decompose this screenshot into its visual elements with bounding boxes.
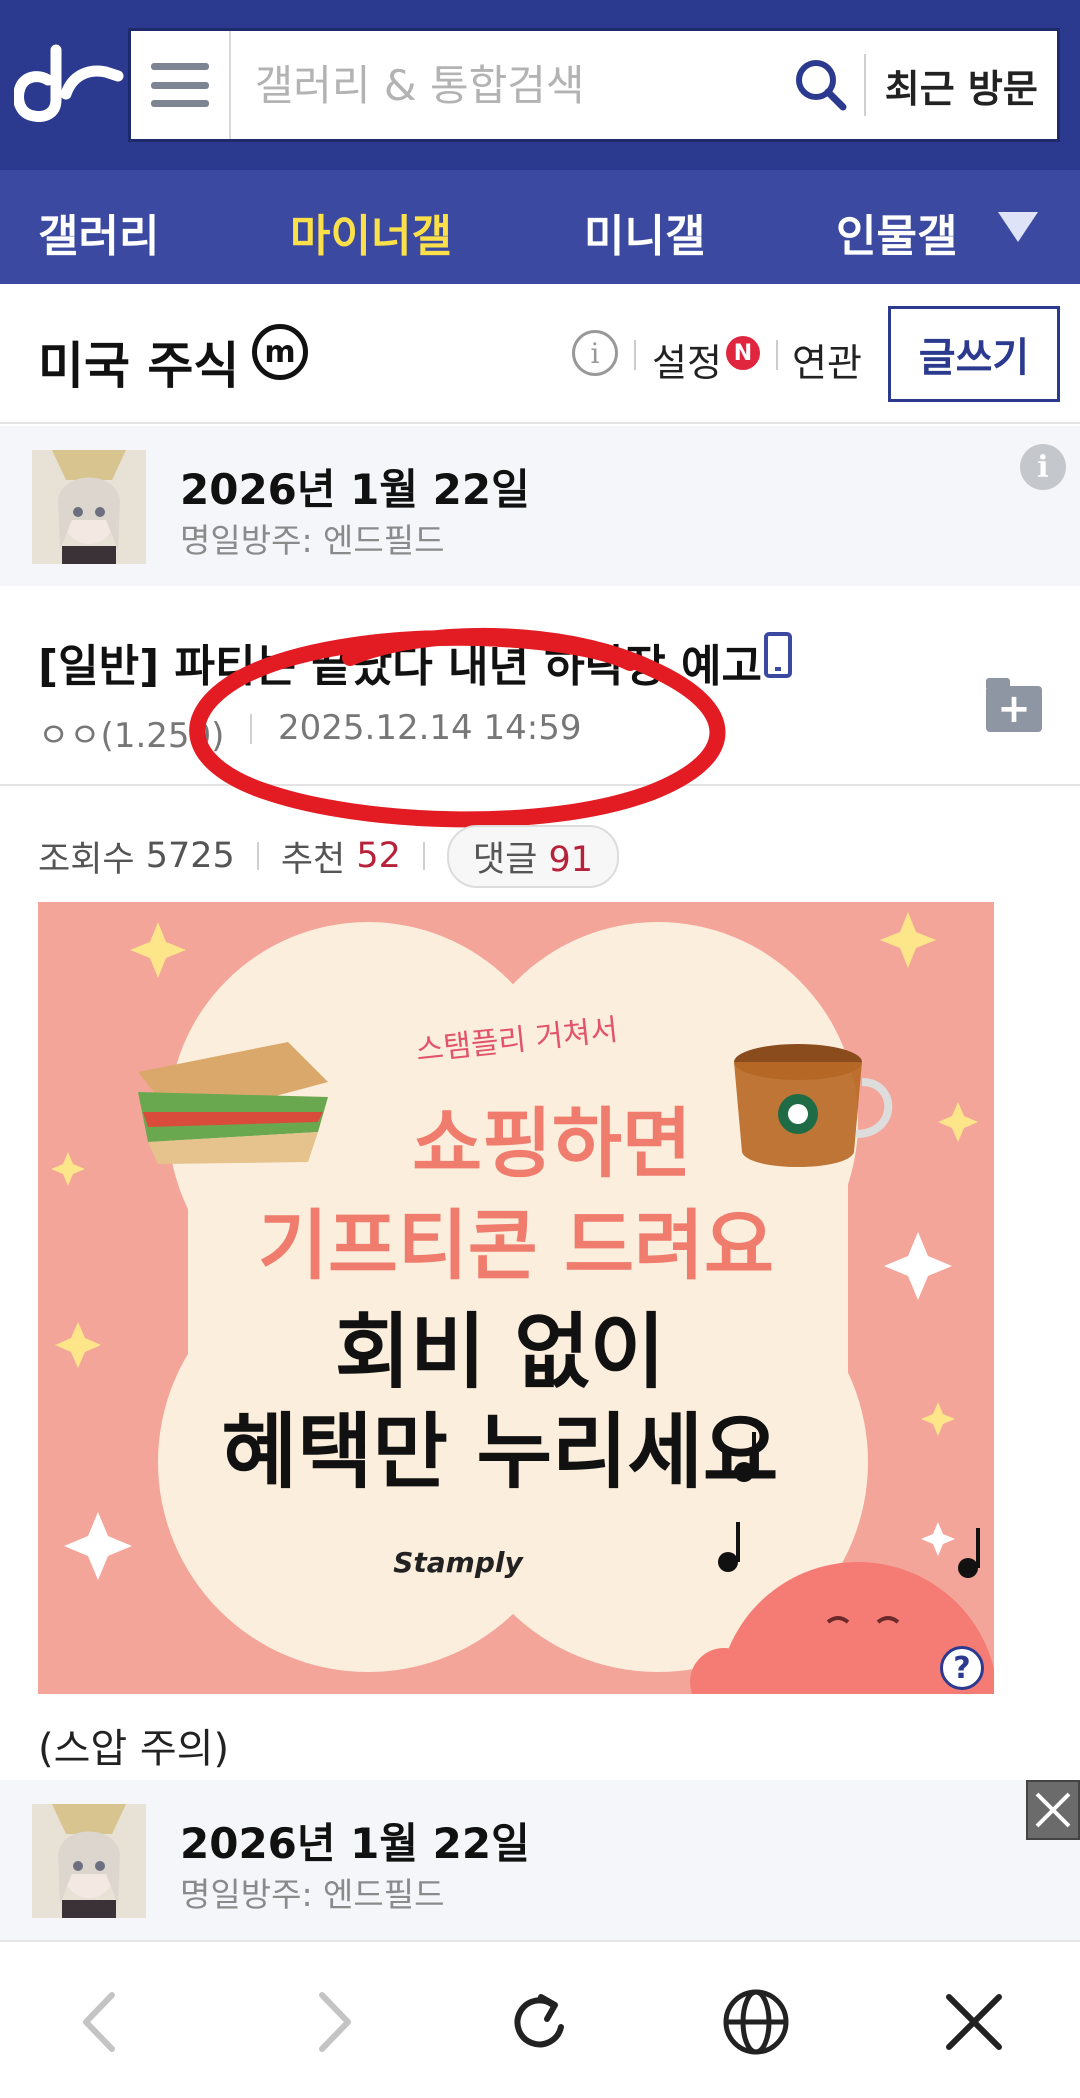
settings-link[interactable]: 설정	[652, 332, 722, 387]
divider	[256, 842, 259, 870]
forward-button[interactable]	[294, 1982, 374, 2062]
close-icon	[1035, 1792, 1071, 1828]
chevron-left-icon	[83, 1992, 115, 2052]
post-title: [일반] 파티는 끝났다 내년 하락장 예고	[38, 641, 763, 692]
hamburger-icon	[150, 63, 209, 107]
divider	[776, 340, 778, 370]
recommend-count: 52	[356, 836, 401, 876]
promo-banner-bottom[interactable]: 2026년 1월 22일 명일방주: 엔드필드	[0, 1780, 1080, 1940]
promo-title: 2026년 1월 22일	[180, 465, 530, 514]
promo-subtitle: 명일방주: 엔드필드	[180, 521, 445, 560]
ad-line3: 회비 없이	[335, 1305, 665, 1400]
search-bar: 최근 방문	[128, 28, 1060, 142]
triangle-down-icon[interactable]	[998, 212, 1038, 242]
nav-item-gallery[interactable]: 갤러리	[38, 200, 159, 264]
close-ad-button[interactable]	[1026, 1780, 1080, 1840]
top-header: 최근 방문	[0, 0, 1080, 170]
gallery-title-bar: 미국 주식 m i 설정 N 연관 글쓰기	[0, 284, 1080, 424]
post-header: [일반] 파티는 끝났다 내년 하락장 예고 ㅇㅇ(1.250) 2025.12…	[0, 586, 1080, 786]
search-input[interactable]	[230, 31, 778, 139]
reload-button[interactable]	[500, 1982, 580, 2062]
comments-label: 댓글	[472, 839, 538, 880]
close-tab-button[interactable]	[934, 1982, 1014, 2062]
post-date: 2025.12.14 14:59	[278, 708, 582, 748]
ad-line1: 쇼핑하면	[412, 1099, 692, 1188]
post-author[interactable]: ㅇㅇ(1.250)	[38, 708, 224, 757]
search-icon	[795, 60, 847, 111]
nav-item-mini-gallery[interactable]: 미니갤	[584, 200, 705, 264]
post-caption: (스압 주의)	[38, 1726, 230, 1772]
add-to-folder-button[interactable]: +	[986, 678, 1042, 732]
reload-icon	[514, 1994, 564, 2048]
recent-visit-button[interactable]: 최근 방문	[866, 31, 1057, 139]
views-count: 5725	[145, 836, 235, 876]
divider	[634, 340, 636, 370]
mobile-icon	[764, 632, 792, 678]
promo-banner[interactable]: 2026년 1월 22일 명일방주: 엔드필드 i	[0, 426, 1080, 586]
info-icon[interactable]: i	[572, 330, 618, 376]
ad-line2: 기프티콘 드려요	[258, 1201, 774, 1290]
comments-button[interactable]: 댓글 91	[446, 824, 620, 888]
new-badge: N	[726, 336, 760, 370]
ad-info-icon[interactable]: i	[1020, 444, 1066, 490]
post-stats: 조회수 5725 추천 52 댓글 91	[38, 824, 620, 888]
gallery-nav: 갤러리 마이너갤 미니갤 인물갤	[0, 170, 1080, 284]
ad-line4: 혜택만 누리세요	[222, 1405, 779, 1500]
nav-item-person-gallery[interactable]: 인물갤	[836, 200, 957, 264]
comments-count: 91	[548, 839, 594, 880]
dc-logo[interactable]	[14, 42, 124, 122]
ad-artwork: 스탬플리 거쳐서 쇼핑하면 기프티콘 드려요 회비 없이 혜택만 누리세요 St…	[38, 902, 994, 1694]
stamply-ad[interactable]: 스탬플리 거쳐서 쇼핑하면 기프티콘 드려요 회비 없이 혜택만 누리세요 St…	[38, 902, 994, 1694]
globe-button[interactable]	[716, 1982, 796, 2062]
divider	[250, 714, 252, 744]
browser-toolbar	[0, 1940, 1080, 2098]
write-button[interactable]: 글쓰기	[888, 306, 1060, 402]
promo-subtitle: 명일방주: 엔드필드	[180, 1875, 445, 1914]
promo-avatar	[32, 450, 146, 564]
minor-gallery-badge-icon: m	[252, 324, 308, 380]
ad-help-icon[interactable]: ?	[940, 1646, 984, 1690]
divider	[422, 842, 425, 870]
search-button[interactable]	[778, 31, 864, 139]
chevron-right-icon	[319, 1992, 351, 2052]
ad-brand: Stamply	[393, 1546, 524, 1579]
recommend-label: 추천	[280, 839, 346, 880]
views-label: 조회수	[38, 839, 135, 880]
globe-icon	[723, 1989, 789, 2055]
menu-button[interactable]	[131, 31, 231, 139]
promo-title: 2026년 1월 22일	[180, 1819, 530, 1868]
related-link[interactable]: 연관	[792, 332, 862, 387]
nav-item-minor-gallery[interactable]: 마이너갤	[290, 200, 452, 264]
promo-avatar	[32, 1804, 146, 1918]
back-button[interactable]	[60, 1982, 140, 2062]
gallery-title[interactable]: 미국 주식	[38, 326, 239, 398]
close-icon	[946, 1994, 1002, 2050]
